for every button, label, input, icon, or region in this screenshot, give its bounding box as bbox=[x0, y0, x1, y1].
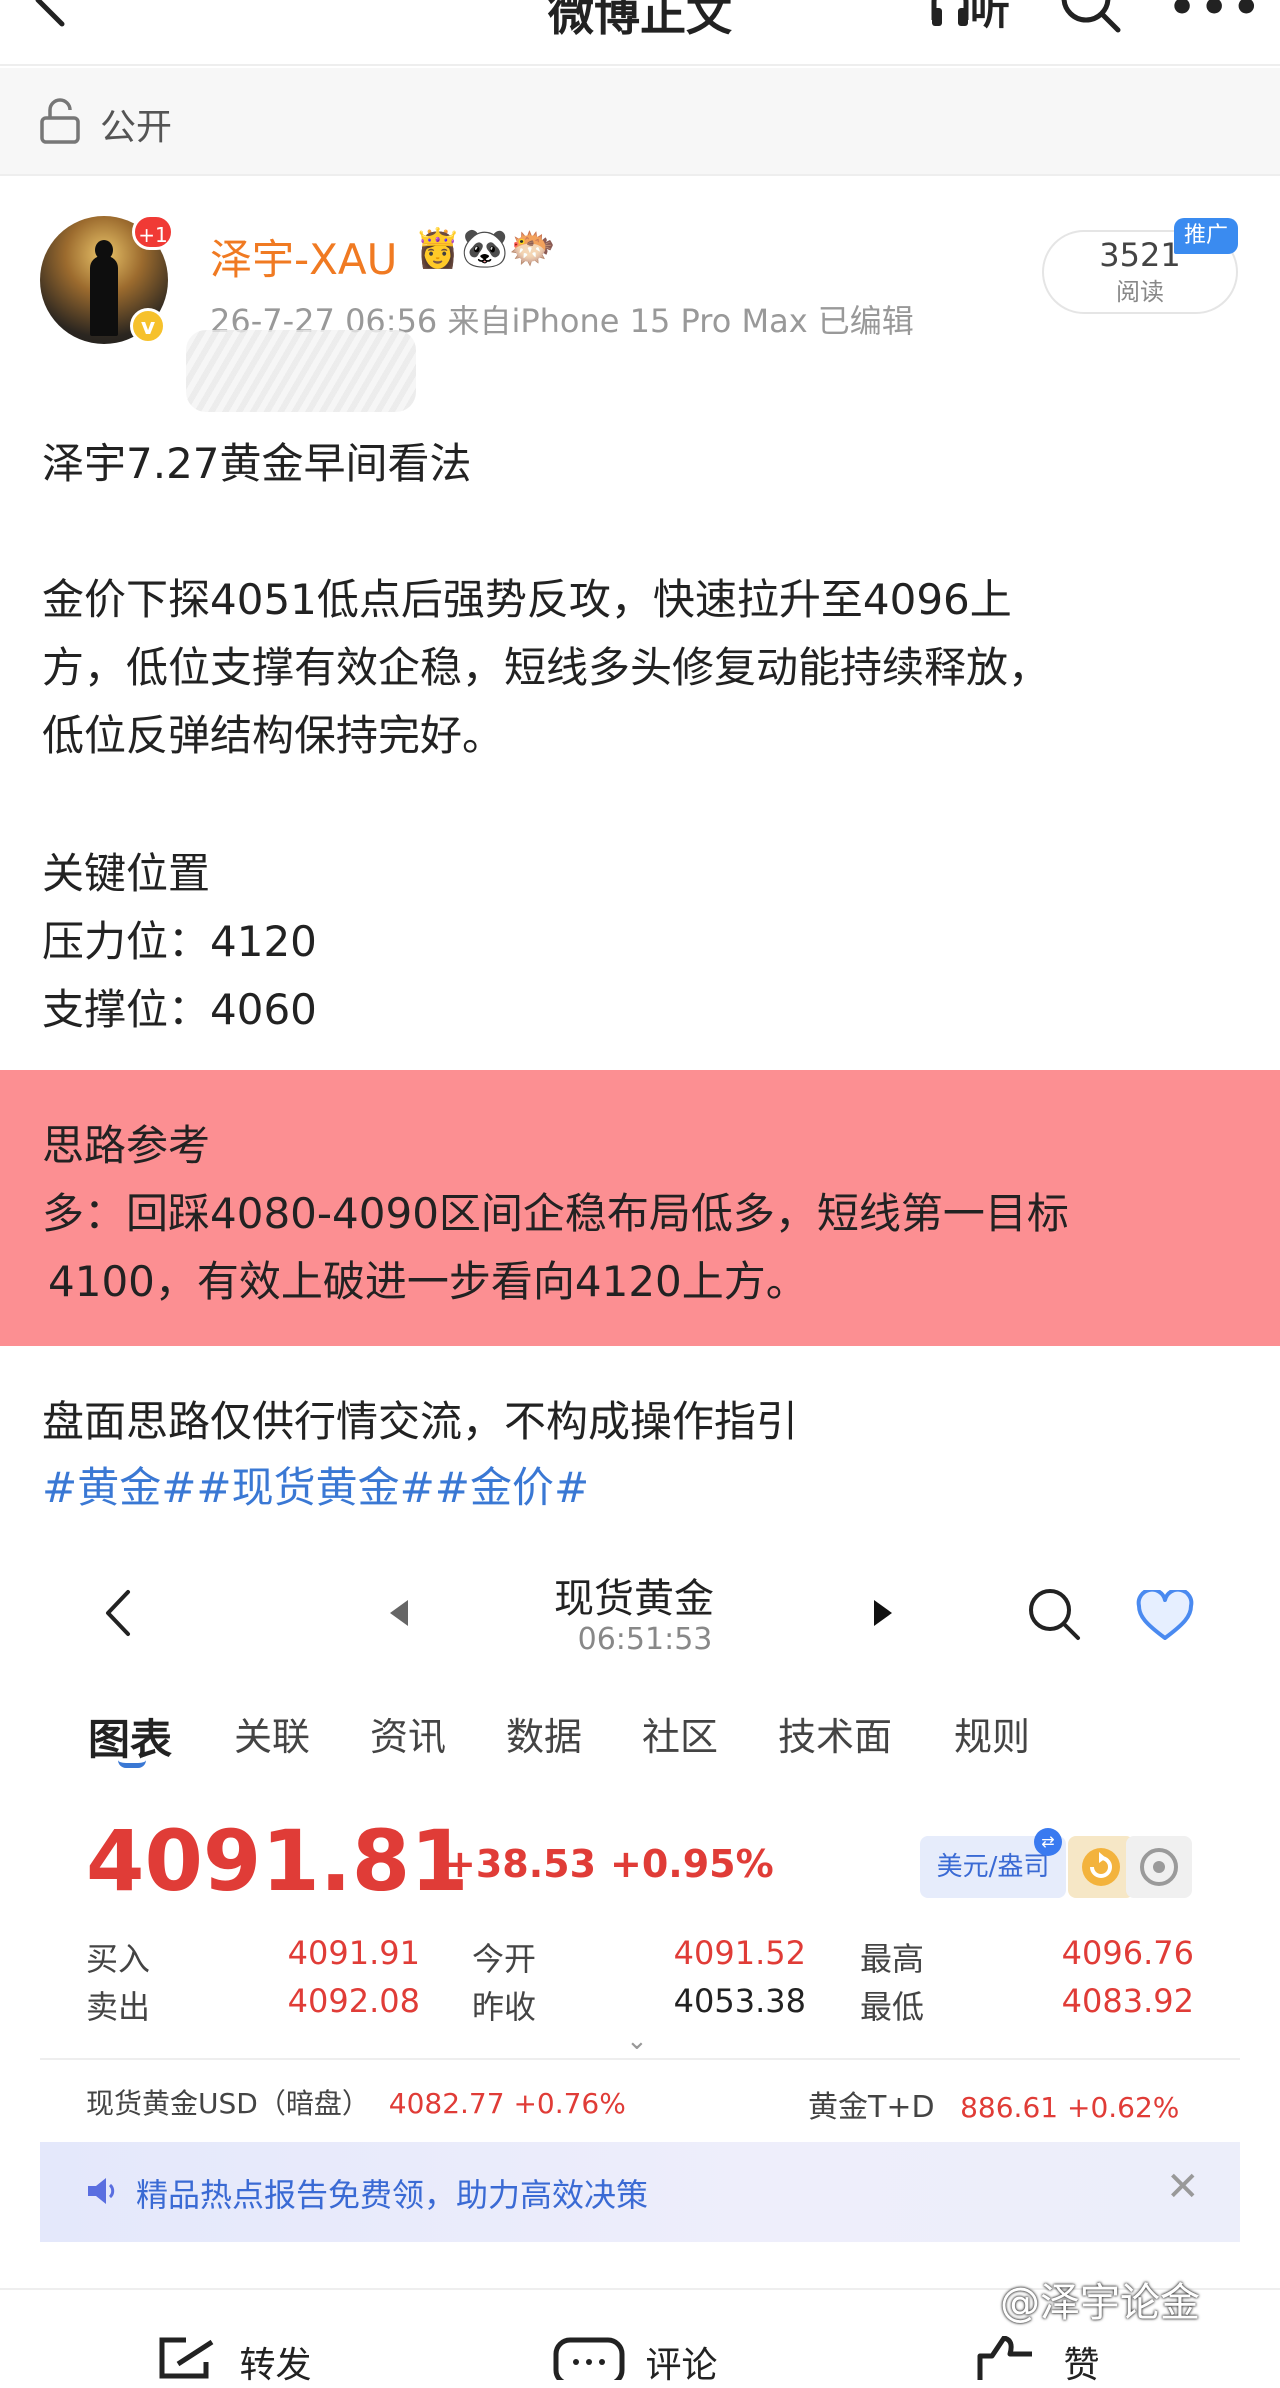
high-value: 4096.76 bbox=[1061, 1934, 1194, 1972]
comment-icon bbox=[553, 2337, 625, 2387]
tab-technical[interactable]: 技术面 bbox=[778, 1706, 892, 1761]
open-label: 今开 bbox=[472, 1940, 537, 1978]
avatar-figure-body bbox=[90, 256, 118, 336]
strategy-heading: 思路参考 bbox=[42, 1121, 211, 1170]
new-follower-badge: +1 bbox=[132, 214, 174, 250]
promote-badge[interactable]: 推广 bbox=[1174, 218, 1238, 254]
low-label: 最低 bbox=[860, 1988, 925, 2026]
comment-button[interactable]: 评论 bbox=[552, 2336, 717, 2388]
redacted-blur bbox=[186, 330, 416, 412]
repost-icon bbox=[159, 2337, 214, 2379]
banner-text: 精品热点报告免费领，助力高效决策 bbox=[136, 2176, 649, 2214]
switch-unit-icon: ⇄ bbox=[1034, 1828, 1062, 1856]
ref-quote-2-label: 黄金T+D bbox=[808, 2090, 935, 2125]
resistance-level: 压力位：4120 bbox=[42, 917, 317, 966]
tab-news[interactable]: 资讯 bbox=[370, 1706, 446, 1761]
gear-icon bbox=[1140, 1848, 1178, 1886]
topic-links[interactable]: #黄金##现货黄金##金价# bbox=[42, 1454, 589, 1515]
expand-chevron-icon[interactable]: ⌄ bbox=[626, 2026, 648, 2056]
author-name[interactable]: 泽宇-XAU bbox=[210, 226, 397, 287]
sell-value: 4092.08 bbox=[287, 1982, 420, 2020]
read-label: 阅读 bbox=[1116, 278, 1164, 306]
post-title: 泽宇7.27黄金早间看法 bbox=[42, 439, 472, 488]
repost-button[interactable]: 转发 bbox=[156, 2336, 311, 2388]
low-value: 4083.92 bbox=[1061, 1982, 1194, 2020]
tab-related[interactable]: 关联 bbox=[234, 1706, 310, 1761]
refresh-button[interactable] bbox=[1068, 1836, 1134, 1898]
more-options-icon[interactable]: ••• bbox=[1168, 0, 1264, 33]
watermark: @泽宇论金 bbox=[1000, 2280, 1200, 2326]
like-button[interactable]: 赞 bbox=[970, 2335, 1100, 2388]
post-paragraph-line: 低位反弹结构保持完好。 bbox=[42, 711, 505, 760]
strategy-line: 多：回踩4080-4090区间企稳布局低多，短线第一目标 bbox=[42, 1189, 1069, 1238]
post-paragraph-line: 金价下探4051低点后强势反攻，快速拉升至4096上 bbox=[42, 575, 1012, 624]
repost-label: 转发 bbox=[239, 2345, 312, 2386]
price-change-percent: +0.95% bbox=[610, 1842, 774, 1886]
tab-data[interactable]: 数据 bbox=[506, 1706, 582, 1761]
listen-label: 听 bbox=[970, 0, 1010, 34]
strategy-line: 4100，有效上破进一步看向4120上方。 bbox=[48, 1257, 808, 1306]
disclaimer: 盘面思路仅供行情交流，不构成操作指引 bbox=[42, 1397, 799, 1446]
visibility-label: 公开 bbox=[100, 107, 173, 148]
ref-quote-2-value: 886.61 +0.62% bbox=[960, 2091, 1180, 2124]
unlock-icon bbox=[40, 98, 80, 144]
buy-value: 4091.91 bbox=[287, 1934, 420, 1972]
ref-quote-1-value: 4082.77 +0.76% bbox=[388, 2087, 626, 2120]
quote-search-icon[interactable] bbox=[1026, 1586, 1082, 1642]
sell-label: 卖出 bbox=[86, 1988, 151, 2026]
banner-close-icon[interactable]: ✕ bbox=[1166, 2164, 1200, 2210]
post-paragraph-line: 方，低位支撑有效企稳，短线多头修复动能持续释放， bbox=[42, 643, 1051, 692]
alert-settings-button[interactable] bbox=[1126, 1836, 1192, 1898]
next-instrument-icon[interactable] bbox=[874, 1600, 892, 1626]
support-level: 支撑位：4060 bbox=[42, 985, 317, 1034]
prev-close-value: 4053.38 bbox=[673, 1982, 806, 2020]
tab-rules[interactable]: 规则 bbox=[954, 1706, 1030, 1761]
tab-chart[interactable]: 图表 bbox=[88, 1706, 172, 1767]
listen-button[interactable]: 听 bbox=[930, 0, 1020, 34]
buy-label: 买入 bbox=[86, 1940, 151, 1978]
favorite-heart-icon[interactable] bbox=[1136, 1590, 1194, 1642]
thumbs-up-icon bbox=[977, 2335, 1032, 2380]
quote-time: 06:51:53 bbox=[577, 1622, 713, 1657]
current-price: 4091.81 bbox=[86, 1812, 469, 1910]
tab-community[interactable]: 社区 bbox=[642, 1706, 718, 1761]
quote-divider bbox=[40, 2058, 1240, 2060]
ref-quote-2[interactable]: 黄金T+D 886.61 +0.62% bbox=[808, 2082, 1179, 2126]
headphones-icon bbox=[931, 0, 969, 26]
prev-close-label: 昨收 bbox=[472, 1988, 537, 2026]
open-value: 4091.52 bbox=[673, 1934, 806, 1972]
quote-tabs: 图表 关联 资讯 数据 社区 技术面 规则 bbox=[0, 1706, 1280, 1766]
ref-quote-1[interactable]: 现货黄金USD（暗盘） 4082.77 +0.76% bbox=[86, 2082, 626, 2122]
verified-badge-icon: v bbox=[130, 308, 166, 344]
search-icon[interactable] bbox=[1058, 0, 1124, 36]
visibility-bar: 公开 bbox=[0, 68, 1280, 176]
active-tab-indicator bbox=[118, 1760, 146, 1768]
high-label: 最高 bbox=[860, 1940, 925, 1978]
comment-label: 评论 bbox=[645, 2345, 718, 2386]
author-emoji-badges: 👸🐼🐡 bbox=[414, 226, 556, 270]
like-label: 赞 bbox=[1063, 2345, 1100, 2386]
price-change: +38.53 bbox=[444, 1842, 597, 1886]
refresh-icon bbox=[1082, 1848, 1120, 1886]
speaker-icon bbox=[88, 2178, 115, 2204]
ref-quote-1-label: 现货黄金USD（暗盘） bbox=[86, 2087, 370, 2120]
key-levels-heading: 关键位置 bbox=[42, 849, 211, 898]
top-nav-bar: 微博正文 听 ••• bbox=[0, 0, 1280, 66]
promo-banner[interactable]: 精品热点报告免费领，助力高效决策 ✕ bbox=[40, 2142, 1240, 2242]
